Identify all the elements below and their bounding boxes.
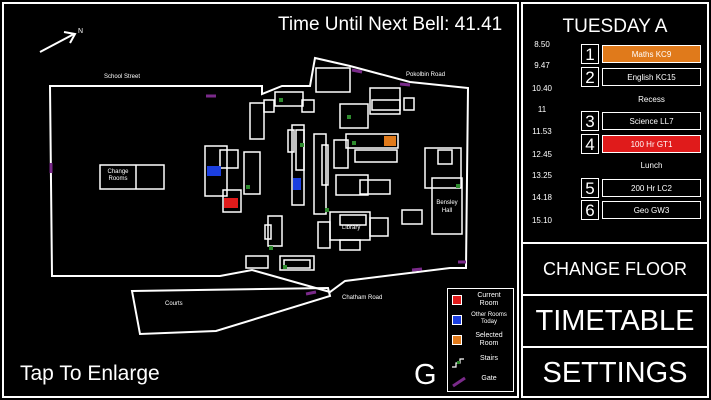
bensley-hall-label: Bensley Hall — [436, 200, 458, 214]
library-label: Library — [342, 225, 360, 231]
change-floor-button[interactable]: CHANGE FLOOR — [523, 242, 707, 294]
period-time: 8.50 — [534, 40, 550, 49]
gate-icon — [452, 375, 466, 388]
school-street-label: School Street — [104, 74, 140, 80]
period-cell[interactable]: English KC15 — [602, 68, 701, 86]
chatham-road-label: Chatham Road — [342, 295, 382, 301]
next-bell-timer: Time Until Next Bell: 41.41 — [278, 14, 503, 35]
selected-room-swatch — [452, 335, 462, 345]
period-time: 11.53 — [532, 127, 552, 136]
period-cell[interactable]: Geo GW3 — [602, 201, 701, 219]
period-time: 14.18 — [531, 193, 553, 202]
period-time: 12.45 — [531, 150, 553, 159]
legend-stairs: Stairs — [448, 351, 515, 371]
school-buildings — [204, 67, 463, 271]
period-cell[interactable]: 200 Hr LC2 — [602, 179, 701, 197]
period-time: 15.10 — [531, 216, 553, 225]
current-room-highlight — [224, 198, 238, 208]
timetable-button[interactable]: TIMETABLE — [523, 294, 707, 346]
legend-selected-room: Selected Room — [448, 331, 515, 351]
stairs-markers — [246, 98, 460, 269]
stairs-icon — [452, 355, 464, 368]
legend-other-rooms: Other Rooms Today — [448, 311, 515, 331]
selected-room-highlight — [384, 136, 396, 146]
courts-label: Courts — [165, 301, 183, 307]
tap-to-enlarge-button[interactable]: Tap To Enlarge — [20, 362, 160, 386]
period-number: 4 — [581, 134, 599, 154]
current-room-swatch — [452, 295, 462, 305]
compass-north-label: N — [78, 28, 83, 35]
legend-current-room: Current Room — [448, 291, 515, 311]
break-label: Recess — [638, 95, 665, 104]
period-time: 13.25 — [531, 171, 553, 180]
legend-current-room-label: Current Room — [477, 292, 501, 307]
timetable-day: TUESDAY A — [562, 16, 668, 37]
pokolbin-road-label: Pokolbin Road — [406, 72, 445, 78]
period-number: 6 — [581, 200, 599, 220]
legend-selected-room-label: Selected Room — [475, 332, 503, 347]
legend-gate-label: Gate — [481, 375, 497, 382]
period-cell-current[interactable]: 100 Hr GT1 — [602, 135, 701, 153]
other-room-highlight — [293, 178, 301, 190]
compass-icon — [39, 31, 77, 53]
change-rooms-label: Change Rooms — [107, 169, 129, 182]
period-number: 5 — [581, 178, 599, 198]
period-time: 11 — [537, 105, 547, 114]
period-number: 2 — [581, 67, 599, 87]
floor-indicator: G — [414, 359, 437, 391]
period-number: 1 — [581, 44, 599, 64]
period-cell-selected[interactable]: Maths KC9 — [602, 45, 701, 63]
period-time: 10.40 — [531, 84, 553, 93]
legend-stairs-label: Stairs — [480, 355, 498, 362]
period-cell[interactable]: Science LL7 — [602, 112, 701, 130]
settings-button[interactable]: SETTINGS — [523, 346, 707, 398]
other-room-highlight — [207, 166, 221, 176]
legend-gate: Gate — [448, 371, 515, 391]
period-time: 9.47 — [534, 61, 550, 70]
side-panel: TUESDAY A 8.50 9.47 10.40 11 11.53 12.45… — [521, 2, 709, 398]
period-number: 3 — [581, 111, 599, 131]
break-label: Lunch — [640, 161, 663, 170]
map-legend: Current Room Other Rooms Today Selected … — [447, 288, 514, 392]
legend-other-rooms-label: Other Rooms Today — [471, 312, 507, 325]
other-rooms-swatch — [452, 315, 462, 325]
courts-outline — [130, 286, 332, 336]
